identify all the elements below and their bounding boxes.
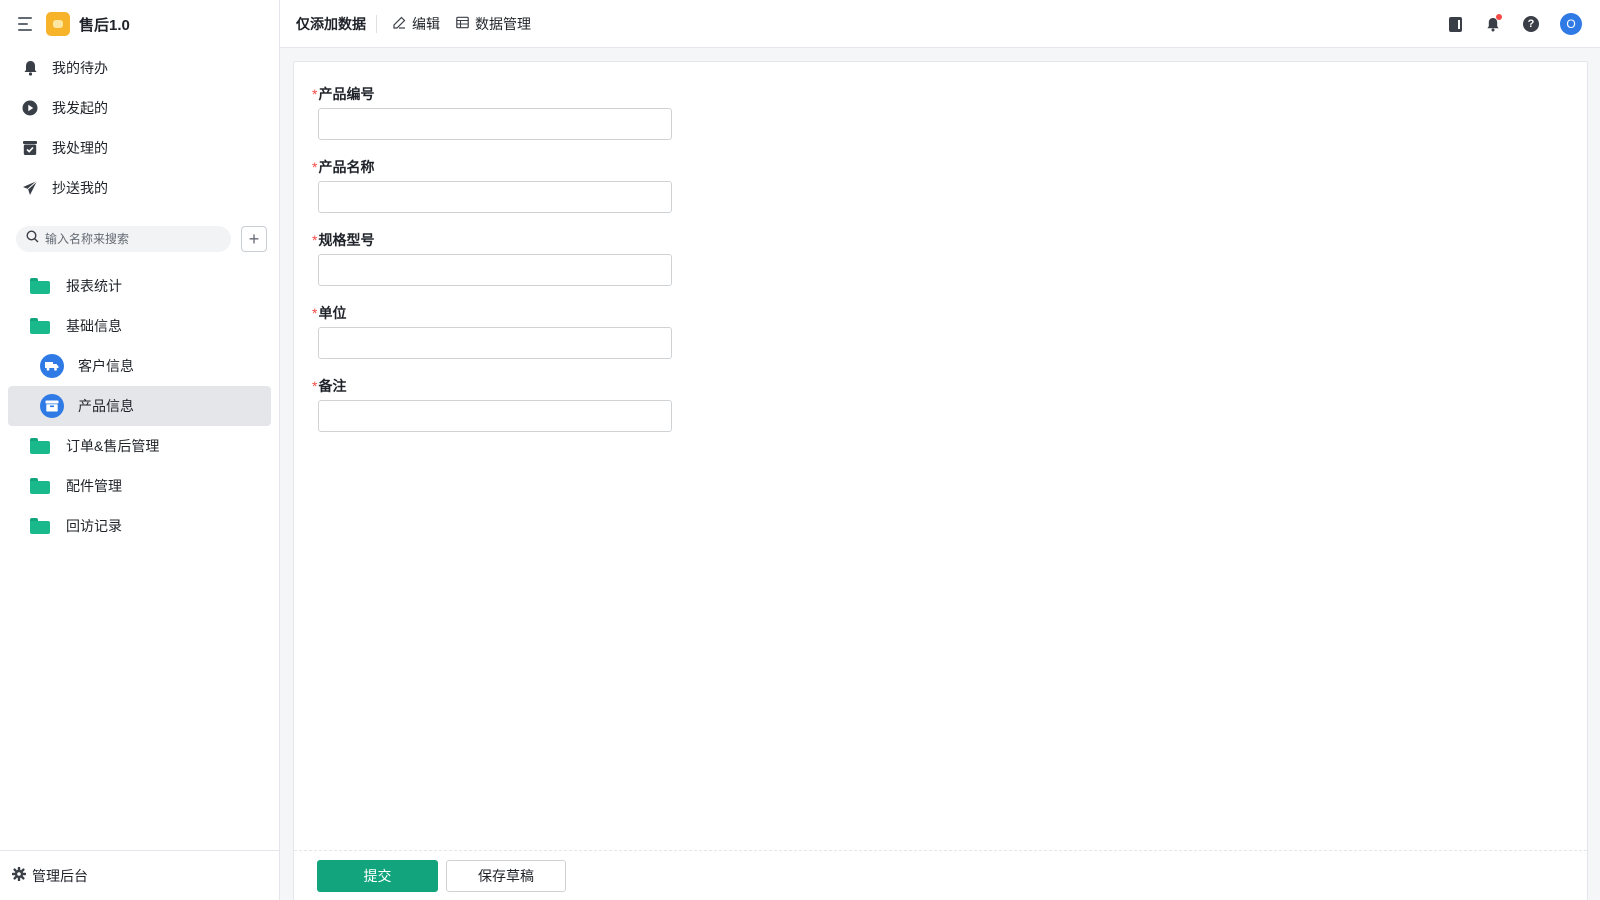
pencil-icon <box>393 16 406 32</box>
nav-item-todo[interactable]: 我的待办 <box>0 48 279 88</box>
required-mark: * <box>312 86 318 102</box>
nav-item-handled[interactable]: 我处理的 <box>0 128 279 168</box>
folder-icon <box>30 278 50 294</box>
tree-item-label: 订单&售后管理 <box>66 438 160 454</box>
required-mark: * <box>312 232 318 248</box>
tree-item-label: 产品信息 <box>78 398 134 414</box>
field-remark: *备注 <box>312 376 1587 432</box>
field-product-code: *产品编号 <box>312 84 1587 140</box>
app-logo-icon <box>46 12 70 36</box>
save-draft-button[interactable]: 保存草稿 <box>446 859 566 892</box>
play-circle-icon <box>22 100 38 116</box>
tree-item-label: 回访记录 <box>66 518 122 534</box>
add-button[interactable]: + <box>241 226 267 252</box>
tree-item-label: 基础信息 <box>66 318 122 334</box>
form-panel: *产品编号 *产品名称 *规格型号 *单位 *备注 提交 保存草稿 <box>293 61 1588 900</box>
menu-collapse-icon[interactable] <box>18 17 34 31</box>
admin-console-link[interactable]: 管理后台 <box>0 850 279 900</box>
tree-item-reports[interactable]: 报表统计 <box>8 266 271 306</box>
search-box <box>16 226 231 252</box>
app-tree: 报表统计 基础信息 客户信息 产品信息 订单&售后管理 配件管理 回访记录 <box>0 266 279 546</box>
sidebar-header: 售后1.0 <box>0 0 279 48</box>
nav-item-cc[interactable]: 抄送我的 <box>0 168 279 208</box>
remark-input[interactable] <box>318 400 672 432</box>
tree-item-customer-info[interactable]: 客户信息 <box>8 346 271 386</box>
required-mark: * <box>312 378 318 394</box>
required-mark: * <box>312 305 318 321</box>
product-code-input[interactable] <box>318 108 672 140</box>
folder-open-icon <box>30 318 50 334</box>
sidebar: 售后1.0 我的待办 我发起的 我处理的 抄送我的 + <box>0 0 280 900</box>
tree-item-visits[interactable]: 回访记录 <box>8 506 271 546</box>
box-icon <box>40 394 64 418</box>
form-footer: 提交 保存草稿 <box>294 850 1587 900</box>
send-icon <box>22 180 38 196</box>
bell-icon <box>22 60 38 76</box>
nav-item-label: 我发起的 <box>52 100 108 116</box>
tree-item-basic-info[interactable]: 基础信息 <box>8 306 271 346</box>
nav-item-label: 我处理的 <box>52 140 108 156</box>
field-spec-model: *规格型号 <box>312 230 1587 286</box>
folder-icon <box>30 438 50 454</box>
edit-label: 编辑 <box>412 15 440 32</box>
field-product-name: *产品名称 <box>312 157 1587 213</box>
data-manage-label: 数据管理 <box>475 15 531 32</box>
folder-icon <box>30 478 50 494</box>
product-form: *产品编号 *产品名称 *规格型号 *单位 *备注 <box>294 62 1587 432</box>
topbar-actions: ? O <box>1428 0 1582 48</box>
field-label: 规格型号 <box>318 232 375 248</box>
nav-item-label: 我的待办 <box>52 60 108 76</box>
sidebar-search-row: + <box>0 226 279 252</box>
edit-button[interactable]: 编辑 <box>393 14 440 34</box>
required-mark: * <box>312 159 318 175</box>
field-label: 备注 <box>318 378 347 394</box>
submit-button[interactable]: 提交 <box>317 859 438 892</box>
tree-item-label: 配件管理 <box>66 478 122 494</box>
unit-input[interactable] <box>318 327 672 359</box>
spec-model-input[interactable] <box>318 254 672 286</box>
search-input[interactable] <box>45 232 215 246</box>
field-label: 单位 <box>318 305 347 321</box>
field-label: 产品名称 <box>318 159 375 175</box>
field-unit: *单位 <box>312 303 1587 359</box>
search-icon <box>26 230 39 248</box>
tree-item-label: 报表统计 <box>66 278 122 294</box>
page-title: 仅添加数据 <box>296 14 377 33</box>
table-icon <box>456 16 469 32</box>
nav-item-label: 抄送我的 <box>52 180 108 196</box>
topbar: 仅添加数据 编辑 数据管理 ? O <box>280 0 1600 48</box>
folder-icon <box>30 518 50 534</box>
admin-console-label: 管理后台 <box>32 867 88 884</box>
gear-icon <box>11 866 27 884</box>
check-box-icon <box>22 140 38 156</box>
tree-item-label: 客户信息 <box>78 358 134 374</box>
data-manage-button[interactable]: 数据管理 <box>456 14 531 34</box>
product-name-input[interactable] <box>318 181 672 213</box>
avatar[interactable]: O <box>1560 13 1582 35</box>
notebook-icon[interactable] <box>1444 13 1466 35</box>
notification-bell-icon[interactable] <box>1482 13 1504 35</box>
field-label: 产品编号 <box>318 86 375 102</box>
tree-item-parts[interactable]: 配件管理 <box>8 466 271 506</box>
truck-icon <box>40 354 64 378</box>
nav-item-initiated[interactable]: 我发起的 <box>0 88 279 128</box>
tree-item-product-info[interactable]: 产品信息 <box>8 386 271 426</box>
app-name: 售后1.0 <box>79 16 130 34</box>
help-icon[interactable]: ? <box>1520 13 1542 35</box>
notification-dot <box>1496 14 1502 20</box>
tree-item-orders-aftersales[interactable]: 订单&售后管理 <box>8 426 271 466</box>
